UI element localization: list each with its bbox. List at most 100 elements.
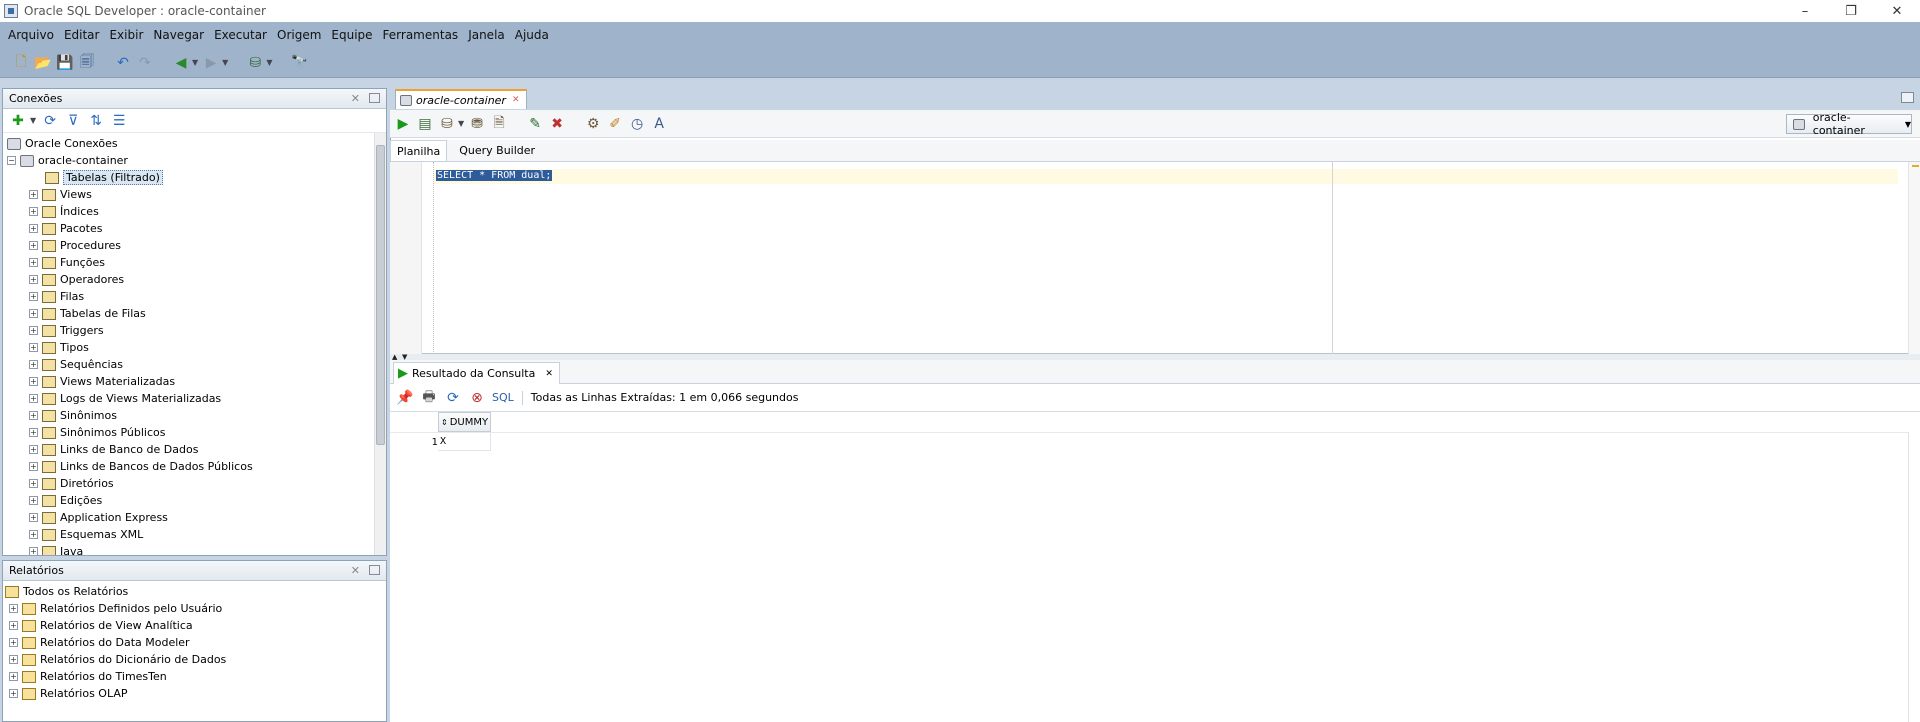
table-cell[interactable]: X (438, 433, 491, 451)
tree-root[interactable]: Oracle Conexões (7, 135, 386, 152)
tree-item[interactable]: + Links de Bancos de Dados Públicos (7, 458, 386, 475)
tree-item[interactable]: + Sinônimos (7, 407, 386, 424)
refresh-icon[interactable]: ⟳ (41, 112, 59, 130)
tree-item[interactable]: + Java (7, 543, 386, 555)
add-connection-icon[interactable]: ✚ (9, 112, 27, 130)
new-file-icon[interactable]: 🗋 (12, 54, 30, 72)
connections-scrollbar[interactable] (374, 133, 386, 555)
tree-item[interactable]: + Operadores (7, 271, 386, 288)
expand-icon[interactable]: + (9, 621, 18, 630)
menu-equipe[interactable]: Equipe (327, 28, 376, 42)
expand-icon[interactable]: + (29, 513, 38, 522)
scroll-thumb[interactable] (376, 145, 385, 445)
report-item[interactable]: + Relatórios do Dicionário de Dados (5, 651, 386, 668)
menu-exibir[interactable]: Exibir (105, 28, 147, 42)
pin-icon[interactable]: 📌 (396, 389, 414, 407)
redo-icon[interactable]: ↷ (136, 54, 154, 72)
tree-item[interactable]: + Application Express (7, 509, 386, 526)
report-item[interactable]: + Relatórios do TimesTen (5, 668, 386, 685)
connection-select[interactable]: oracle-container ▼ (1786, 111, 1912, 137)
expand-icon[interactable]: + (29, 547, 38, 555)
forward-icon[interactable]: ▶ (202, 54, 220, 72)
expand-icon[interactable]: + (29, 258, 38, 267)
expand-icon[interactable]: + (29, 462, 38, 471)
tree-item[interactable]: + Views (7, 186, 386, 203)
menu-executar[interactable]: Executar (210, 28, 271, 42)
report-item[interactable]: + Relatórios do Data Modeler (5, 634, 386, 651)
close-tab-icon[interactable]: ✕ (545, 369, 553, 379)
eraser-icon[interactable]: ✐ (606, 115, 624, 133)
schema-browser-icon[interactable]: ⇅ (87, 112, 105, 130)
expand-icon[interactable]: + (29, 428, 38, 437)
tree-item[interactable]: + Sequências (7, 356, 386, 373)
expand-icon[interactable]: + (29, 479, 38, 488)
tree-item[interactable]: + Logs de Views Materializadas (7, 390, 386, 407)
expand-icon[interactable]: + (29, 530, 38, 539)
explain-plan-icon[interactable]: 🗎 (490, 115, 508, 133)
expand-icon[interactable]: + (9, 638, 18, 647)
expand-icon[interactable]: + (9, 655, 18, 664)
menu-navegar[interactable]: Navegar (149, 28, 208, 42)
cancel-icon[interactable]: ⊗ (468, 389, 486, 407)
run-statement-icon[interactable]: ▶ (394, 115, 412, 133)
tree-item[interactable]: + Links de Banco de Dados (7, 441, 386, 458)
menu-ferramentas[interactable]: Ferramentas (379, 28, 463, 42)
undo-icon[interactable]: ↶ (114, 54, 132, 72)
tree-item[interactable]: + Índices (7, 203, 386, 220)
expand-icon[interactable]: + (29, 496, 38, 505)
rollback-icon[interactable]: ⛃ (468, 115, 486, 133)
expand-icon[interactable]: + (29, 207, 38, 216)
tab-oracle-container[interactable]: oracle-container ✕ (395, 89, 527, 109)
tree-connection[interactable]: − oracle-container (7, 152, 386, 169)
expand-icon[interactable]: + (29, 224, 38, 233)
autotrace-icon[interactable]: ✎ (526, 115, 544, 133)
refresh-icon[interactable]: ⟳ (444, 389, 462, 407)
minimize-button[interactable]: – (1782, 0, 1828, 22)
sql-worksheet-icon[interactable]: ⛁ (246, 54, 264, 72)
open-folder-icon[interactable]: 📂 (34, 54, 52, 72)
expand-icon[interactable]: + (29, 309, 38, 318)
format-icon[interactable]: A (650, 115, 668, 133)
expand-icon[interactable]: + (9, 672, 18, 681)
run-script-icon[interactable]: ▤ (416, 115, 434, 133)
save-all-icon[interactable]: 🗐 (78, 54, 96, 72)
sql-tuning-icon[interactable]: ⚙ (584, 115, 602, 133)
expand-icon[interactable]: + (29, 326, 38, 335)
tree-root[interactable]: Todos os Relatórios (5, 583, 386, 600)
tree-item[interactable]: + Procedures (7, 237, 386, 254)
report-item[interactable]: + Relatórios Definidos pelo Usuário (5, 600, 386, 617)
expand-icon[interactable]: + (9, 689, 18, 698)
menu-origem[interactable]: Origem (273, 28, 325, 42)
expand-icon[interactable]: + (29, 190, 38, 199)
tree-item[interactable]: + Filas (7, 288, 386, 305)
back-icon[interactable]: ◀ (172, 54, 190, 72)
collapse-icon[interactable]: − (7, 156, 16, 165)
expand-icon[interactable]: + (29, 394, 38, 403)
expand-icon[interactable]: + (9, 604, 18, 613)
tree-item[interactable]: + Diretórios (7, 475, 386, 492)
tree-item[interactable]: + Funções (7, 254, 386, 271)
maximize-panel-icon[interactable] (1901, 92, 1914, 103)
expand-icon[interactable]: + (29, 275, 38, 284)
sql-editor[interactable]: SELECT * FROM dual; (390, 162, 1920, 354)
close-icon[interactable]: ✕ (351, 564, 360, 577)
menu-janela[interactable]: Janela (464, 28, 509, 42)
history-icon[interactable]: ◷ (628, 115, 646, 133)
tab-query-result[interactable]: ▶ Resultado da Consulta ✕ (393, 362, 560, 384)
find-db-object-icon[interactable]: 🔭 (290, 54, 308, 72)
report-item[interactable]: + Relatórios OLAP (5, 685, 386, 702)
tree-item[interactable]: Tabelas (Filtrado) (7, 169, 386, 186)
tree-item[interactable]: + Esquemas XML (7, 526, 386, 543)
tree-item[interactable]: + Pacotes (7, 220, 386, 237)
expand-icon[interactable]: + (29, 445, 38, 454)
tree-item[interactable]: + Edições (7, 492, 386, 509)
minimize-panel-icon[interactable] (369, 565, 380, 575)
tab-planilha[interactable]: Planilha (390, 140, 448, 161)
manage-connections-icon[interactable]: ☰ (110, 112, 128, 130)
column-header[interactable]: ⇕ DUMMY (438, 412, 491, 432)
expand-icon[interactable]: + (29, 360, 38, 369)
tree-item[interactable]: + Triggers (7, 322, 386, 339)
filter-icon[interactable]: ⊽ (64, 112, 82, 130)
tree-item[interactable]: + Views Materializadas (7, 373, 386, 390)
results-scrollbar[interactable] (1908, 432, 1920, 722)
